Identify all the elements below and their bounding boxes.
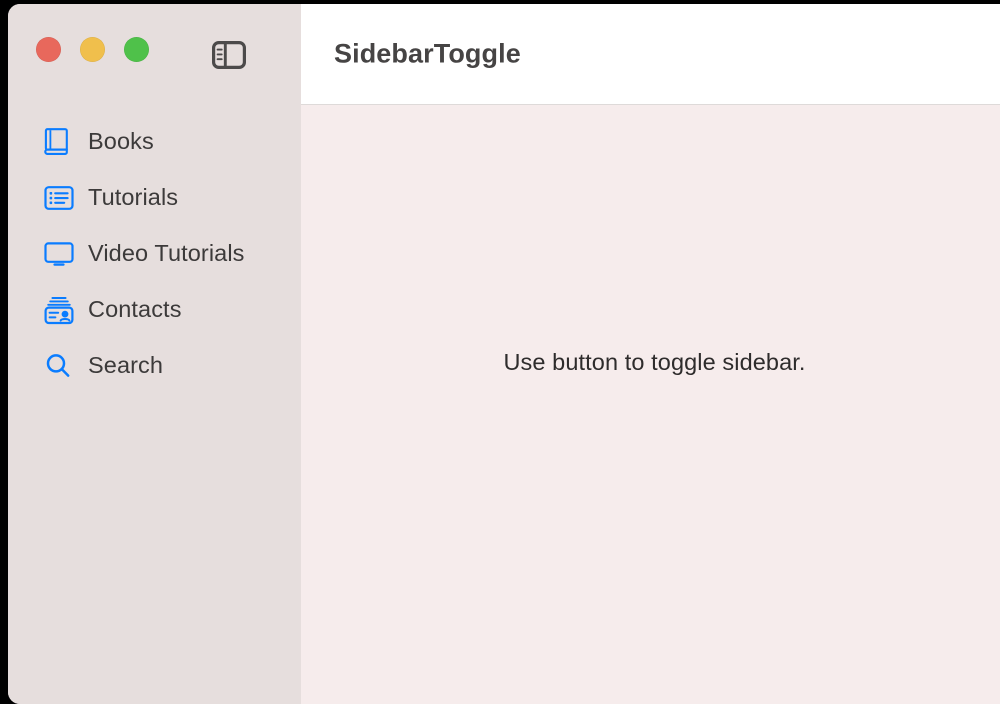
list-bullet-rectangle-icon	[44, 183, 74, 213]
sidebar-item-label: Books	[88, 128, 154, 155]
zoom-button[interactable]	[124, 37, 149, 62]
magnifyingglass-icon	[44, 351, 74, 381]
display-icon	[44, 239, 74, 269]
book-icon	[44, 127, 74, 157]
minimize-button[interactable]	[80, 37, 105, 62]
sidebar-item-tutorials[interactable]: Tutorials	[8, 170, 301, 226]
sidebar-item-contacts[interactable]: Contacts	[8, 282, 301, 338]
sidebar-item-label: Contacts	[88, 296, 182, 323]
content-message: Use button to toggle sidebar.	[503, 348, 806, 375]
close-button[interactable]	[36, 37, 61, 62]
page-title: SidebarToggle	[334, 38, 521, 69]
sidebar-item-label: Tutorials	[88, 184, 179, 211]
toolbar: SidebarToggle	[301, 4, 1000, 105]
content-pane: Use button to toggle sidebar.	[301, 106, 1000, 704]
sidebar-left-icon	[212, 40, 246, 72]
sidebar-item-books[interactable]: Books	[8, 114, 301, 170]
app-window: Books Tutorials Video Tutorials Contacts…	[8, 4, 1000, 704]
main-area: SidebarToggle Use button to toggle sideb…	[301, 4, 1000, 704]
sidebar-item-label: Search	[88, 352, 164, 379]
sidebar-item-video-tutorials[interactable]: Video Tutorials	[8, 226, 301, 282]
sidebar-nav-list: Books Tutorials Video Tutorials Contacts…	[8, 114, 301, 394]
sidebar-item-label: Video Tutorials	[88, 240, 245, 267]
sidebar-toggle-button[interactable]	[203, 32, 255, 80]
window-controls	[36, 37, 149, 62]
person-text-rectangle-icon	[44, 295, 74, 325]
sidebar: Books Tutorials Video Tutorials Contacts…	[8, 4, 301, 704]
sidebar-item-search[interactable]: Search	[8, 338, 301, 394]
